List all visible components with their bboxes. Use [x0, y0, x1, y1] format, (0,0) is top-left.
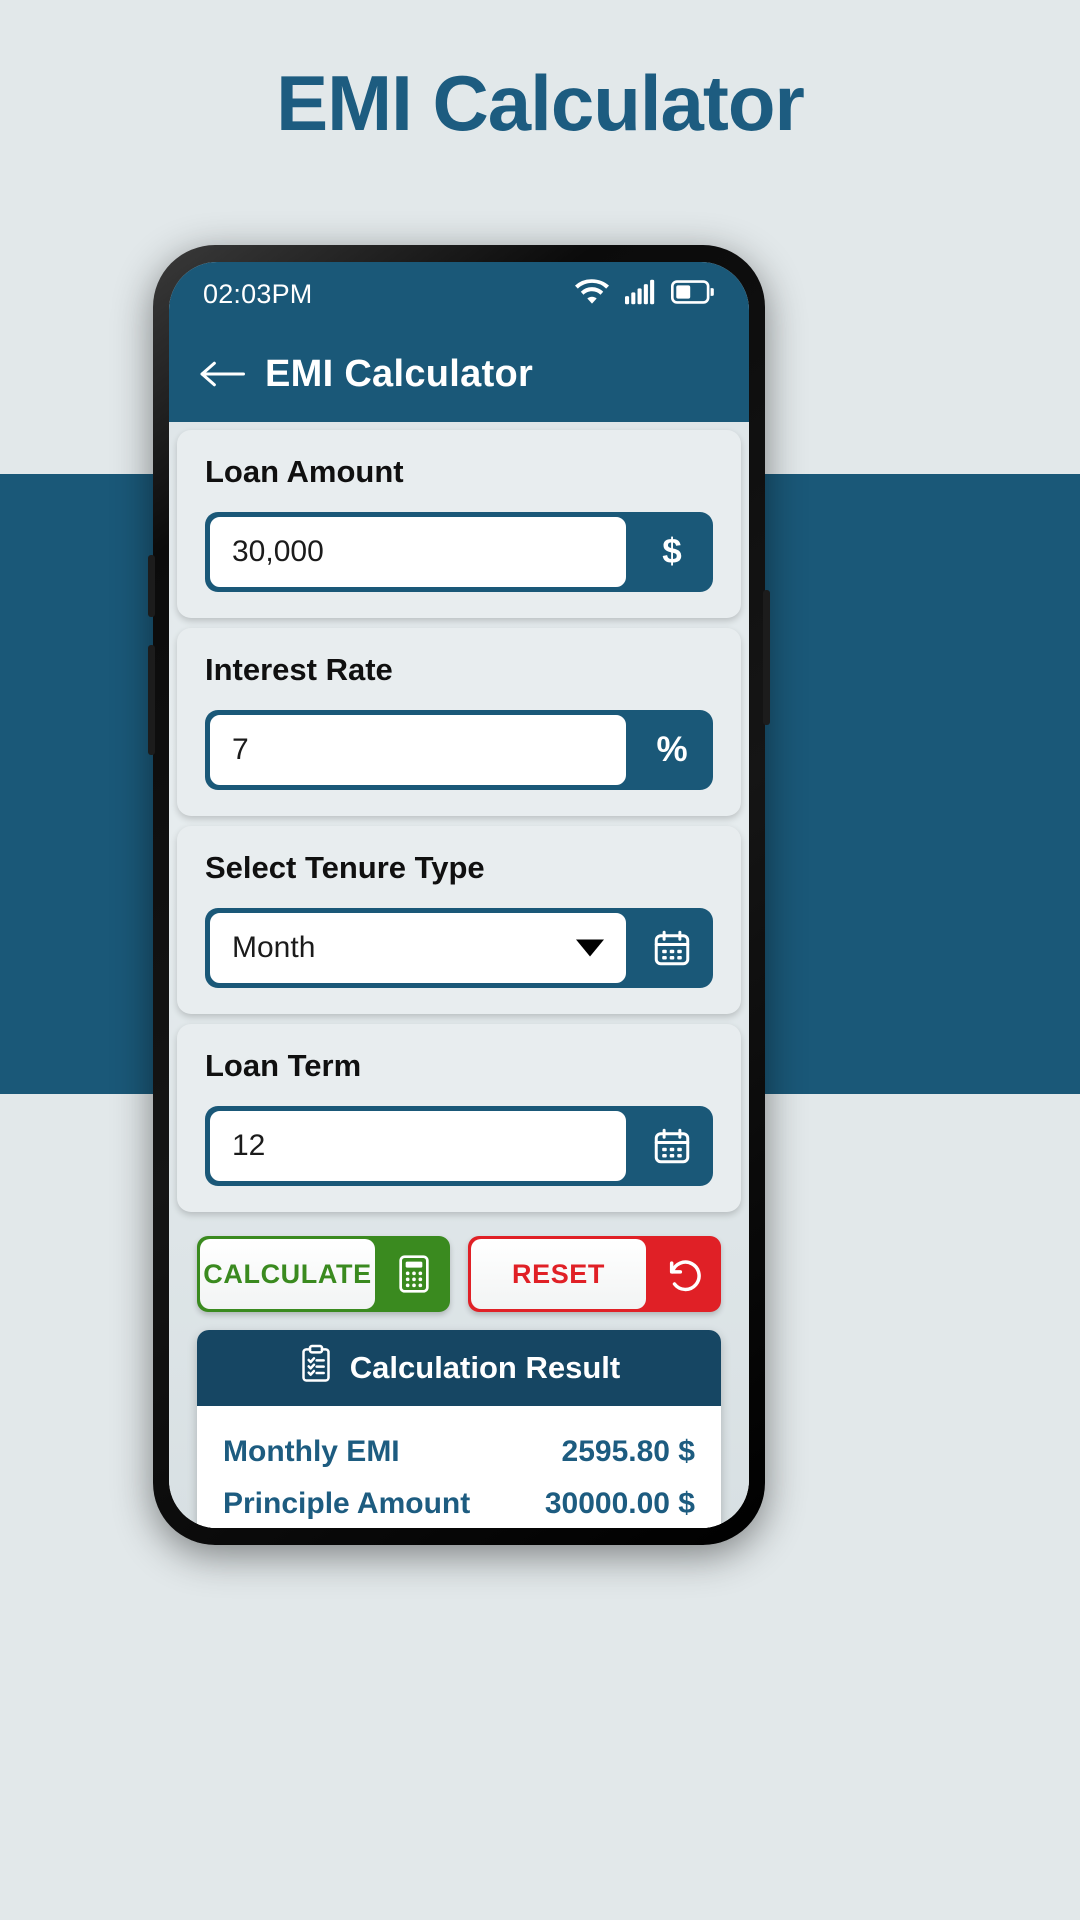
tenure-type-card: Select Tenure Type Month — [177, 826, 741, 1014]
phone-frame: 02:03PM EMI Calculator Loan Amount 30,00… — [148, 245, 770, 1545]
interest-rate-field-row: 7 % — [205, 710, 713, 790]
tenure-type-label: Select Tenure Type — [205, 850, 485, 885]
battery-icon — [670, 279, 715, 309]
loan-amount-field-row: 30,000 $ — [205, 512, 713, 592]
loan-term-label: Loan Term — [205, 1048, 362, 1083]
clipboard-checklist-icon — [298, 1344, 334, 1392]
wifi-icon — [575, 278, 609, 310]
tenure-type-field-row: Month — [205, 908, 713, 988]
tenure-type-value: Month — [232, 931, 316, 964]
page-title: EMI Calculator — [276, 59, 805, 147]
reset-button[interactable]: RESET — [468, 1236, 721, 1312]
tenure-type-select[interactable]: Month — [207, 910, 629, 986]
result-row-label: Principle Amount — [223, 1487, 471, 1520]
undo-icon — [649, 1236, 721, 1312]
status-bar: 02:03PM — [169, 262, 749, 326]
calculate-button-label: CALCULATE — [200, 1239, 375, 1309]
calculation-result-card: Calculation Result Monthly EMI 2595.80 $… — [197, 1330, 721, 1528]
calculation-result-body: Monthly EMI 2595.80 $ Principle Amount 3… — [197, 1406, 721, 1528]
result-row-value: 30000.00 $ — [544, 1487, 695, 1520]
app-bar: EMI Calculator — [169, 326, 749, 422]
result-row-label: Monthly EMI — [223, 1435, 400, 1468]
loan-amount-card: Loan Amount 30,000 $ — [177, 430, 741, 618]
interest-rate-input[interactable]: 7 — [207, 712, 629, 788]
action-buttons-row: CALCULATE RESET — [169, 1222, 749, 1312]
result-row: Principle Amount 30000.00 $ — [223, 1478, 695, 1528]
loan-term-card: Loan Term 12 — [177, 1024, 741, 1212]
back-arrow-icon[interactable] — [199, 356, 245, 392]
calculation-result-header: Calculation Result — [197, 1330, 721, 1406]
loan-amount-label: Loan Amount — [205, 454, 404, 489]
interest-rate-label: Interest Rate — [205, 652, 393, 687]
interest-rate-card: Interest Rate 7 % — [177, 628, 741, 816]
phone-side-button — [763, 590, 770, 725]
percent-icon: % — [656, 730, 688, 769]
calendar-icon — [631, 908, 713, 988]
phone-screen: 02:03PM EMI Calculator Loan Amount 30,00… — [169, 262, 749, 1528]
chevron-down-icon[interactable] — [576, 939, 604, 957]
calendar-icon — [631, 1106, 713, 1186]
app-bar-title: EMI Calculator — [265, 352, 534, 395]
status-time: 02:03PM — [203, 278, 313, 309]
page-root: EMI Calculator 02:03PM EMI Calculator Lo… — [0, 0, 1080, 1920]
dollar-icon: $ — [662, 532, 682, 571]
reset-button-label: RESET — [471, 1239, 646, 1309]
status-icons — [575, 278, 715, 310]
result-row-value: 2595.80 $ — [561, 1435, 695, 1468]
calculation-result-title: Calculation Result — [349, 1350, 621, 1385]
loan-amount-input[interactable]: 30,000 — [207, 514, 629, 590]
cellular-signal-icon — [625, 279, 655, 310]
loan-term-field-row: 12 — [205, 1106, 713, 1186]
loan-term-input[interactable]: 12 — [207, 1108, 629, 1184]
calculate-button[interactable]: CALCULATE — [197, 1236, 450, 1312]
form-content: Loan Amount 30,000 $ Interest Rate 7 % S… — [169, 422, 749, 1528]
calculator-icon — [378, 1236, 450, 1312]
result-row: Monthly EMI 2595.80 $ — [223, 1426, 695, 1478]
